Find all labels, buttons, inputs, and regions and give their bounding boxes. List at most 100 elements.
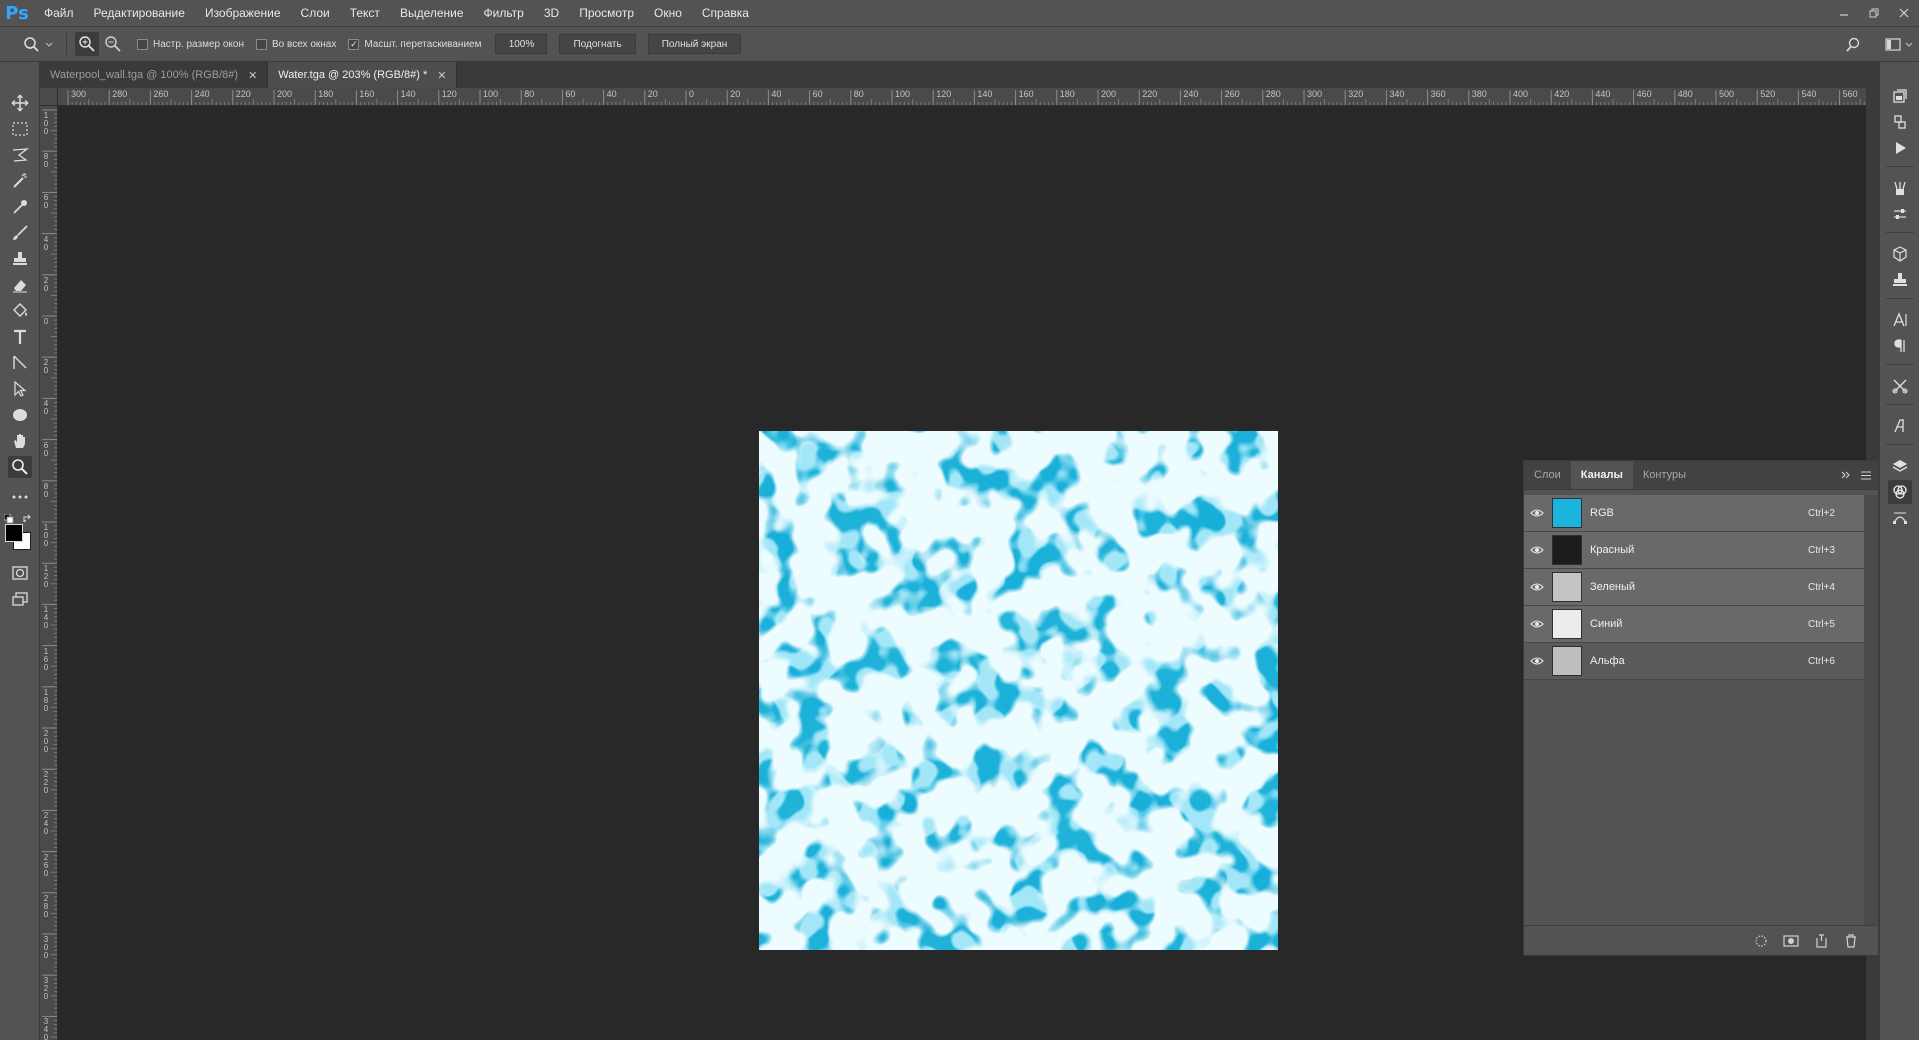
glyphs-panel-button[interactable] xyxy=(1888,414,1912,438)
all-windows-option[interactable]: Во всех окнах xyxy=(256,38,336,50)
menu-layers[interactable]: Слои xyxy=(291,0,340,26)
tab-channels[interactable]: Каналы xyxy=(1570,461,1633,489)
horizontal-ruler[interactable]: 300 280 260 240 220 200 180 160 140 120 100 80 60 40 2… xyxy=(58,88,1866,106)
scrubby-zoom-option[interactable]: ✓ Масшт. перетаскиванием xyxy=(348,38,481,50)
lasso-tool[interactable] xyxy=(8,144,32,166)
marquee-tool[interactable] xyxy=(8,118,32,140)
screen-mode-button[interactable] xyxy=(8,588,32,610)
search-button[interactable] xyxy=(1841,33,1865,57)
edit-toolbar-button[interactable] xyxy=(8,486,32,508)
eyedropper-tool[interactable] xyxy=(8,196,32,218)
close-button[interactable] xyxy=(1889,0,1919,26)
channel-row-alpha[interactable]: Альфа Ctrl+6 xyxy=(1524,643,1864,680)
channel-row-blue[interactable]: Синий Ctrl+5 xyxy=(1524,606,1864,643)
channels-panel-button[interactable] xyxy=(1888,480,1912,504)
visibility-toggle[interactable] xyxy=(1524,545,1550,555)
vertical-ruler[interactable]: 1008060402002040608010012014016018020022… xyxy=(40,106,58,1040)
hand-tool[interactable] xyxy=(8,430,32,452)
visibility-toggle[interactable] xyxy=(1524,582,1550,592)
ellipse-tool[interactable] xyxy=(8,404,32,426)
brush-tool[interactable] xyxy=(8,222,32,244)
paint-bucket-tool[interactable] xyxy=(8,300,32,322)
layers-panel-button[interactable] xyxy=(1888,454,1912,478)
tool-preset-picker[interactable] xyxy=(18,32,58,56)
menu-edit[interactable]: Редактирование xyxy=(84,0,195,26)
tab-paths[interactable]: Контуры xyxy=(1633,461,1696,489)
zoom-in-button[interactable] xyxy=(75,32,99,56)
minimize-button[interactable] xyxy=(1829,0,1859,26)
default-colors-button[interactable] xyxy=(3,513,14,524)
paths-panel-button[interactable] xyxy=(1888,506,1912,530)
save-selection-button[interactable] xyxy=(1776,934,1806,948)
menu-view[interactable]: Просмотр xyxy=(569,0,644,26)
tab-water[interactable]: Water.tga @ 203% (RGB/8#) * ✕ xyxy=(268,62,458,88)
zoom-out-button[interactable] xyxy=(101,32,125,56)
clone-source-panel-button[interactable] xyxy=(1888,268,1912,292)
workspace-switcher[interactable] xyxy=(1879,33,1919,57)
magic-wand-tool[interactable] xyxy=(8,170,32,192)
direct-selection-tool[interactable] xyxy=(8,378,32,400)
tool-presets-panel-button[interactable] xyxy=(1888,374,1912,398)
adjustments-panel-button[interactable] xyxy=(1888,202,1912,226)
ruler-label: 520 xyxy=(1760,89,1776,99)
scrubby-zoom-checkbox[interactable]: ✓ xyxy=(348,38,360,50)
channel-row-green[interactable]: Зеленый Ctrl+4 xyxy=(1524,569,1864,606)
ruler-origin[interactable] xyxy=(40,88,58,106)
ruler-label: 80 xyxy=(43,481,49,499)
delete-channel-button[interactable] xyxy=(1836,933,1866,948)
menu-select[interactable]: Выделение xyxy=(390,0,474,26)
swap-colors-button[interactable] xyxy=(22,514,34,524)
all-windows-checkbox[interactable] xyxy=(256,38,267,50)
swap-arrows-icon xyxy=(23,514,31,523)
resize-windows-checkbox[interactable] xyxy=(137,38,148,50)
resize-windows-option[interactable]: Настр. размер окон xyxy=(137,38,244,50)
channel-thumbnail xyxy=(1552,646,1582,676)
foreground-color-swatch[interactable] xyxy=(5,524,23,542)
fit-screen-button[interactable]: Подогнать xyxy=(559,34,636,54)
history-panel-button[interactable] xyxy=(1888,84,1912,108)
brushes-panel-button[interactable] xyxy=(1888,176,1912,200)
zoom-tool[interactable] xyxy=(8,456,32,478)
menu-file[interactable]: Файл xyxy=(34,0,84,26)
path-selection-tool[interactable] xyxy=(8,352,32,374)
load-selection-button[interactable] xyxy=(1746,934,1776,948)
move-tool[interactable] xyxy=(8,92,32,114)
collapse-panel-button[interactable] xyxy=(1838,471,1854,479)
type-tool[interactable] xyxy=(8,326,32,348)
menu-type[interactable]: Текст xyxy=(340,0,390,26)
zoom-value-button[interactable]: 100% xyxy=(495,34,548,54)
new-channel-button[interactable] xyxy=(1806,933,1836,948)
menu-window[interactable]: Окно xyxy=(644,0,692,26)
photoshop-window: Ps Файл Редактирование Изображение Слои … xyxy=(0,0,1919,1040)
tab-layers[interactable]: Слои xyxy=(1524,461,1571,489)
tab-close-icon[interactable]: ✕ xyxy=(248,69,257,82)
actions-panel-button[interactable] xyxy=(1888,136,1912,160)
channel-row-rgb[interactable]: RGB Ctrl+2 xyxy=(1524,495,1864,532)
fill-screen-button[interactable]: Полный экран xyxy=(647,34,742,54)
panel-scrollbar[interactable] xyxy=(1864,495,1878,925)
channel-row-red[interactable]: Красный Ctrl+3 xyxy=(1524,532,1864,569)
ruler-label: 560 xyxy=(1842,89,1858,99)
restore-button[interactable] xyxy=(1859,0,1889,26)
menu-3d[interactable]: 3D xyxy=(534,0,569,26)
clone-stamp-tool[interactable] xyxy=(8,248,32,270)
tab-close-icon[interactable]: ✕ xyxy=(437,69,446,82)
water-texture-image[interactable] xyxy=(759,431,1278,950)
quick-mask-button[interactable] xyxy=(8,562,32,584)
tab-waterpool-wall[interactable]: Waterpool_wall.tga @ 100% (RGB/8#) ✕ xyxy=(40,62,269,88)
visibility-toggle[interactable] xyxy=(1524,619,1550,629)
menu-filter[interactable]: Фильтр xyxy=(474,0,534,26)
eye-icon xyxy=(1530,620,1544,628)
menu-help[interactable]: Справка xyxy=(692,0,759,26)
visibility-toggle[interactable] xyxy=(1524,656,1550,666)
channel-name: Альфа xyxy=(1590,655,1625,667)
menu-image[interactable]: Изображение xyxy=(195,0,291,26)
3d-panel-button[interactable] xyxy=(1888,242,1912,266)
properties-panel-button[interactable] xyxy=(1888,110,1912,134)
paragraph-panel-button[interactable] xyxy=(1888,334,1912,358)
character-panel-button[interactable] xyxy=(1888,308,1912,332)
panel-menu-button[interactable] xyxy=(1858,471,1874,480)
visibility-toggle[interactable] xyxy=(1524,508,1550,518)
eraser-tool[interactable] xyxy=(8,274,32,296)
ruler-label: 240 xyxy=(43,811,49,837)
